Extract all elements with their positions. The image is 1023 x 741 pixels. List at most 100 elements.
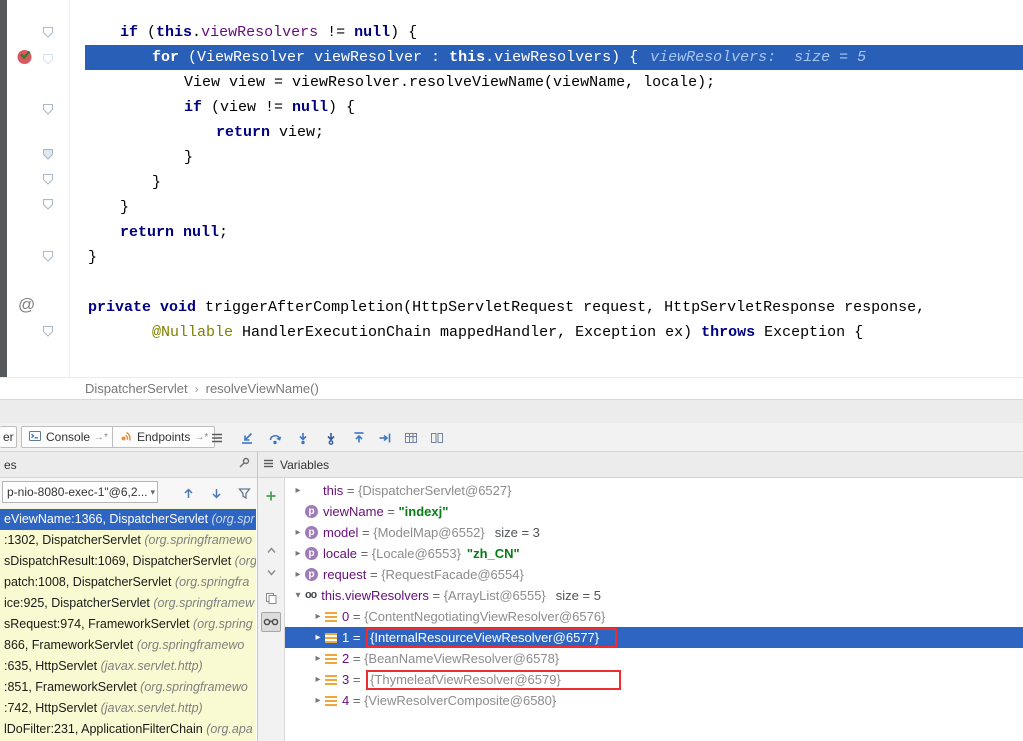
code-line[interactable]: return null; [85, 220, 1023, 245]
code-line[interactable]: if (view != null) { [85, 95, 1023, 120]
expand-icon[interactable]: ▸ [311, 606, 325, 627]
show-execution-point-button[interactable] [236, 427, 258, 449]
tab-endpoints[interactable]: Endpoints →* [112, 426, 215, 448]
tab-label: Console [46, 430, 90, 444]
gutter-mark-icon[interactable] [41, 25, 57, 41]
variable-row[interactable]: ▸plocale = {Locale@6553}"zh_CN" [285, 543, 1023, 564]
variable-row[interactable]: ▸this = {DispatcherServlet@6527} [285, 480, 1023, 501]
code-line-execution[interactable]: for (ViewResolver viewResolver : this.vi… [85, 45, 1023, 70]
tab-console[interactable]: Console →* [21, 426, 115, 448]
code-text: viewResolvers [201, 24, 318, 41]
expand-icon[interactable]: ▸ [311, 627, 325, 648]
code-text: View view = viewResolver.resolveViewName… [184, 74, 715, 91]
frame-package: (org.springframewo [133, 638, 244, 652]
force-step-into-button[interactable] [320, 427, 342, 449]
frame-text: :635, HttpServlet [4, 659, 97, 673]
expand-icon[interactable]: ▸ [311, 669, 325, 690]
variable-row[interactable]: ▸1 = {InternalResourceViewResolver@6577} [285, 627, 1023, 648]
frame-row[interactable]: ice:925, DispatcherServlet (org.springfr… [0, 593, 256, 614]
gutter-mark-icon[interactable] [41, 172, 57, 188]
variable-name: locale [323, 543, 357, 564]
variable-row[interactable]: ▸pmodel = {ModelMap@6552}size = 3 [285, 522, 1023, 543]
variable-row[interactable]: pviewName = "indexj" [285, 501, 1023, 522]
expand-icon[interactable]: ▸ [291, 522, 305, 543]
view-breakpoints-button[interactable] [400, 427, 422, 449]
ide-window: @ if (this.viewResolvers != null) {for (… [0, 0, 1023, 741]
code-area[interactable]: if (this.viewResolvers != null) {for (Vi… [85, 0, 1023, 377]
expand-icon[interactable]: ▸ [311, 690, 325, 711]
show-watches-toggle[interactable] [261, 612, 281, 632]
filter-frames-icon[interactable] [234, 484, 254, 502]
code-line[interactable]: private void triggerAfterCompletion(Http… [85, 295, 1023, 320]
code-text: } [152, 174, 161, 191]
step-over-button[interactable] [264, 427, 286, 449]
step-out-button[interactable] [348, 427, 370, 449]
next-frame-button[interactable] [206, 484, 226, 502]
frame-row[interactable]: sRequest:974, FrameworkServlet (org.spri… [0, 614, 256, 635]
breadcrumb-method[interactable]: resolveViewName() [206, 381, 319, 396]
pin-icon[interactable] [237, 456, 251, 473]
variable-value: {DispatcherServlet@6527} [358, 480, 511, 501]
variable-row[interactable]: ▸0 = {ContentNegotiatingViewResolver@657… [285, 606, 1023, 627]
gutter-mark-icon[interactable] [41, 249, 57, 265]
code-line[interactable]: } [85, 245, 1023, 270]
gutter-mark-icon[interactable] [41, 52, 57, 68]
verified-breakpoint-icon[interactable] [16, 48, 34, 66]
toolbar-menu-icon[interactable] [206, 427, 228, 449]
expand-icon[interactable]: ▸ [291, 480, 305, 501]
frame-row[interactable]: lDoFilter:231, ApplicationFilterChain (o… [0, 719, 256, 740]
frame-row[interactable]: :635, HttpServlet (javax.servlet.http) [0, 656, 256, 677]
frame-row[interactable]: sDispatchResult:1069, DispatcherServlet … [0, 551, 256, 572]
variable-value: {ViewResolverComposite@6580} [364, 690, 556, 711]
variable-row[interactable]: ▸4 = {ViewResolverComposite@6580} [285, 690, 1023, 711]
code-text: null [183, 224, 219, 241]
tab-debugger-partial[interactable]: er [0, 426, 17, 448]
step-into-button[interactable] [292, 427, 314, 449]
code-text: } [120, 199, 129, 216]
variable-row[interactable]: ▾oothis.viewResolvers = {ArrayList@6555}… [285, 585, 1023, 606]
frame-row[interactable]: :851, FrameworkServlet (org.springframew… [0, 677, 256, 698]
variable-name: this [323, 480, 343, 501]
frame-row[interactable]: 866, FrameworkServlet (org.springframewo [0, 635, 256, 656]
code-line[interactable]: View view = viewResolver.resolveViewName… [85, 70, 1023, 95]
mute-breakpoints-button[interactable] [426, 427, 448, 449]
expand-icon[interactable]: ▾ [291, 585, 305, 606]
expand-icon[interactable]: ▸ [291, 564, 305, 585]
expand-icon[interactable]: ▸ [311, 648, 325, 669]
code-text: @Nullable [152, 324, 233, 341]
code-line[interactable]: @Nullable HandlerExecutionChain mappedHa… [85, 320, 1023, 345]
code-text: this [156, 24, 192, 41]
thread-dropdown[interactable]: p-nio-8080-exec-1"@6,2... ▾ [2, 481, 158, 503]
variables-menu-icon[interactable] [262, 457, 275, 473]
code-text: } [88, 249, 97, 266]
move-watch-down-button[interactable] [261, 562, 281, 582]
gutter-mark-icon[interactable] [41, 102, 57, 118]
red-annotation-box: {ThymeleafViewResolver@6579} [366, 670, 621, 690]
code-line[interactable]: } [85, 145, 1023, 170]
variable-row[interactable]: ▸prequest = {RequestFacade@6554} [285, 564, 1023, 585]
code-line[interactable]: } [85, 170, 1023, 195]
gutter-mark-icon[interactable] [41, 197, 57, 213]
frame-row[interactable]: :742, HttpServlet (javax.servlet.http) [0, 698, 256, 719]
run-to-cursor-button[interactable] [374, 427, 396, 449]
frame-row[interactable]: patch:1008, DispatcherServlet (org.sprin… [0, 572, 256, 593]
previous-frame-button[interactable] [178, 484, 198, 502]
gutter-mark-icon[interactable] [41, 147, 57, 163]
array-element-icon [325, 696, 337, 706]
frame-row[interactable]: eViewName:1366, DispatcherServlet (org.s… [0, 509, 256, 530]
gutter-mark-icon[interactable] [41, 324, 57, 340]
expand-icon[interactable]: ▸ [291, 543, 305, 564]
code-line[interactable]: return view; [85, 120, 1023, 145]
code-line[interactable]: if (this.viewResolvers != null) { [85, 20, 1023, 45]
variables-panel: Variables ▸this = {DispatcherServlet@652… [258, 452, 1023, 741]
add-watch-button[interactable] [261, 486, 281, 506]
variable-row[interactable]: ▸2 = {BeanNameViewResolver@6578} [285, 648, 1023, 669]
move-watch-up-button[interactable] [261, 540, 281, 560]
frame-row[interactable]: :1302, DispatcherServlet (org.springfram… [0, 530, 256, 551]
copy-icon[interactable] [261, 588, 281, 608]
variable-row[interactable]: ▸3 = {ThymeleafViewResolver@6579} [285, 669, 1023, 690]
code-line[interactable]: } [85, 195, 1023, 220]
editor-gutter[interactable]: @ [7, 0, 85, 377]
breadcrumb-class[interactable]: DispatcherServlet [85, 381, 188, 396]
frame-text: :1302, DispatcherServlet [4, 533, 141, 547]
